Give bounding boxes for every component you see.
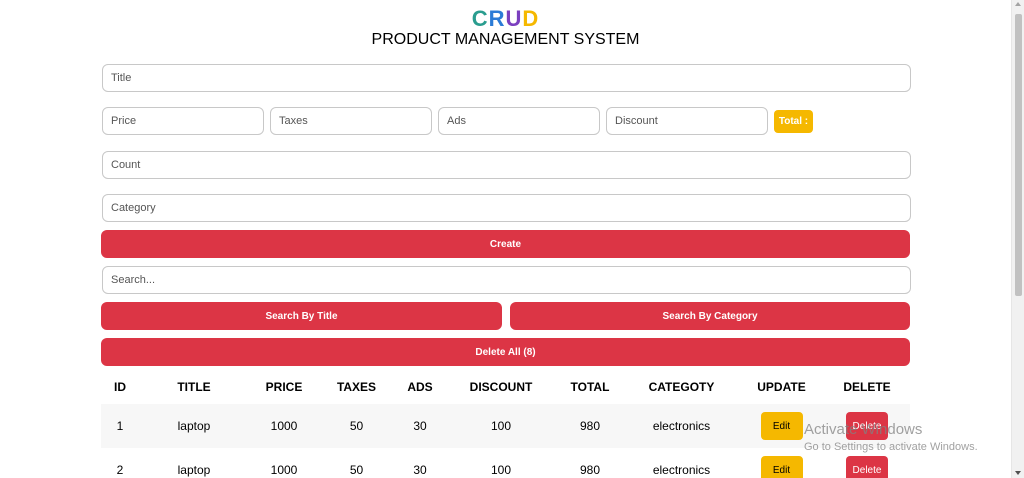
cell-title: laptop [177,419,211,433]
price-input[interactable] [102,107,264,135]
total-badge: Total : [774,110,813,133]
header-delete: DELETE [843,380,891,394]
cell-update: Edit [739,404,824,448]
header-category: CATEGOTY [648,380,715,394]
cell-title: laptop [177,463,211,477]
delete-all-button[interactable]: Delete All (8) [101,338,910,366]
cell-price: 1000 [270,419,298,433]
cell-ads: 30 [413,463,427,477]
search-by-title-button[interactable]: Search By Title [101,302,502,330]
cell-ads: 30 [413,419,427,433]
category-input[interactable] [102,194,911,222]
logo-letter-u: U [505,6,523,31]
table-header-row: ID TITLE PRICE TAXES ADS DISCOUNT TOTAL … [101,370,910,404]
header-discount: DISCOUNT [469,380,533,394]
cell-total: 980 [579,463,601,477]
cell-discount: 100 [490,463,512,477]
cell-id: 1 [116,419,124,433]
header-update: UPDATE [757,380,806,394]
logo-letter-d: D [522,6,540,31]
cell-taxes: 50 [349,463,364,477]
edit-button[interactable]: Edit [760,456,803,478]
scrollbar-thumb[interactable] [1015,14,1022,296]
cell-id: 2 [116,463,124,477]
taxes-input[interactable] [270,107,432,135]
title-input[interactable] [102,64,911,92]
create-button[interactable]: Create [101,230,910,258]
search-input[interactable] [102,266,911,294]
edit-button[interactable]: Edit [760,412,803,440]
count-input[interactable] [102,151,911,179]
table-row: 1 laptop 1000 50 30 100 980 electronics … [101,404,910,448]
scroll-up-arrow-icon[interactable] [1015,2,1021,6]
header-id: ID [114,380,126,394]
cell-category: electronics [652,419,711,433]
cell-taxes: 50 [349,419,364,433]
table-row: 2 laptop 1000 50 30 100 980 electronics … [101,448,910,478]
app-logo: CRUD [0,6,1011,32]
cell-update: Edit [739,448,824,478]
logo-letter-c: C [471,6,489,31]
delete-button[interactable]: Delete [846,412,888,440]
cell-total: 980 [579,419,601,433]
cell-category: electronics [652,463,711,477]
header-total: TOTAL [570,380,610,394]
page-title: PRODUCT MANAGEMENT SYSTEM [371,31,640,48]
search-by-category-button[interactable]: Search By Category [510,302,910,330]
ads-input[interactable] [438,107,600,135]
products-table: ID TITLE PRICE TAXES ADS DISCOUNT TOTAL … [101,370,910,478]
vertical-scrollbar[interactable] [1011,0,1024,478]
header-ads: ADS [407,380,433,394]
discount-input[interactable] [606,107,768,135]
logo-letter-r: R [488,6,506,31]
cell-delete: Delete [824,448,910,478]
delete-button[interactable]: Delete [846,456,888,478]
header-taxes: TAXES [336,380,377,394]
cell-price: 1000 [270,463,298,477]
scroll-down-arrow-icon[interactable] [1015,471,1021,475]
header-price: PRICE [265,380,303,394]
header-title: TITLE [177,380,211,394]
cell-discount: 100 [490,419,512,433]
cell-delete: Delete [824,404,910,448]
